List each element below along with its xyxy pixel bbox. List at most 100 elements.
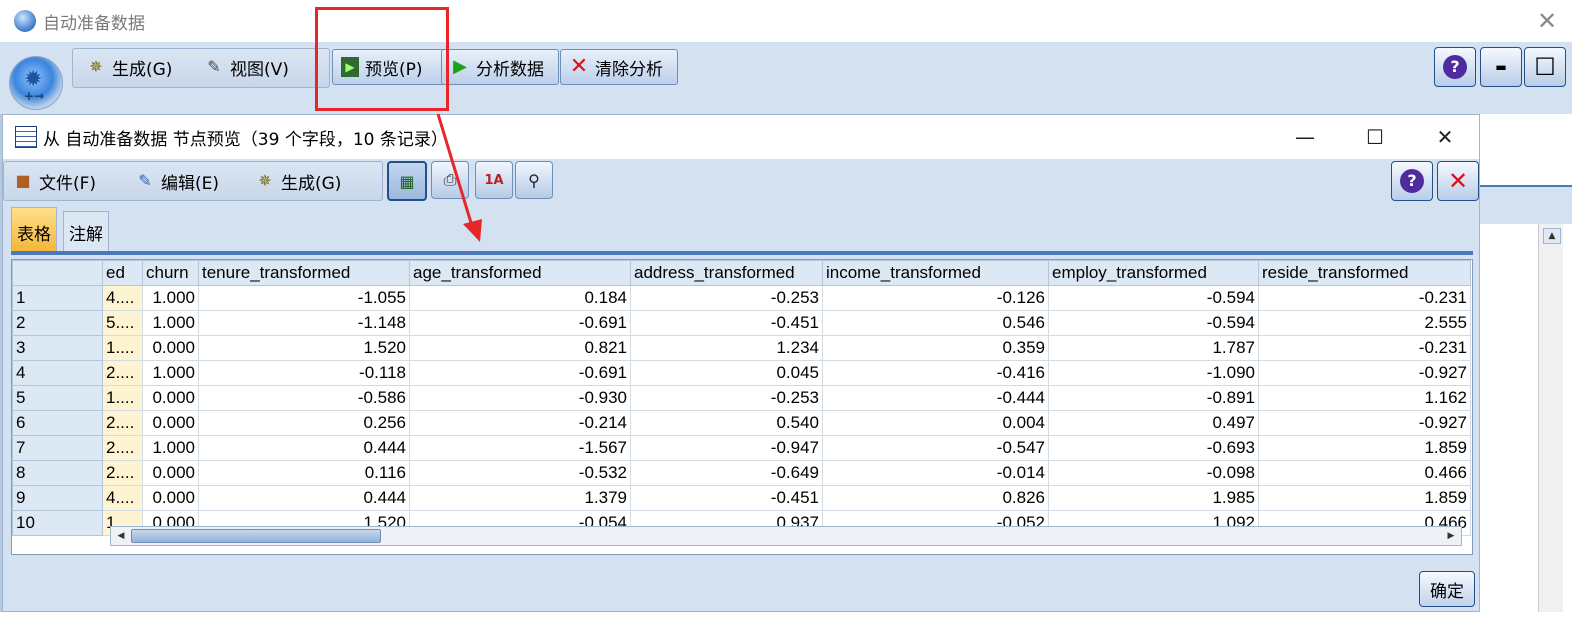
row-number-cell[interactable]: 10	[12, 510, 103, 536]
outer-minimize-button[interactable]: ▬	[1480, 47, 1522, 87]
dialog-maximize-button[interactable]: ☐	[1355, 121, 1395, 153]
table-cell[interactable]: -0.231	[1258, 285, 1471, 311]
table-cell[interactable]: 0.000	[142, 410, 199, 436]
scroll-right-arrow-icon[interactable]: ▶	[1444, 529, 1458, 543]
table-cell[interactable]: 0.444	[198, 435, 410, 461]
generate-menu[interactable]: ✵ 生成(G)	[78, 50, 180, 84]
table-cell[interactable]: 0.045	[630, 360, 823, 386]
table-cell[interactable]: 4....	[102, 485, 143, 511]
outer-close-button[interactable]: ✕	[1532, 6, 1562, 36]
column-header[interactable]: ed	[102, 260, 143, 286]
table-cell[interactable]: -0.927	[1258, 410, 1471, 436]
corner-header-cell[interactable]	[12, 260, 103, 286]
row-number-cell[interactable]: 2	[12, 310, 103, 336]
table-cell[interactable]: -0.594	[1048, 310, 1259, 336]
table-cell[interactable]: -0.231	[1258, 335, 1471, 361]
scrollbar-thumb[interactable]	[131, 529, 381, 543]
table-cell[interactable]: 0.359	[822, 335, 1049, 361]
table-cell[interactable]: -0.547	[822, 435, 1049, 461]
table-cell[interactable]: 1.000	[142, 285, 199, 311]
analyze-data-button[interactable]: ▶ 分析数据	[441, 49, 559, 85]
outer-maximize-button[interactable]: ☐	[1524, 47, 1566, 87]
table-cell[interactable]: -1.055	[198, 285, 410, 311]
dialog-minimize-button[interactable]: —	[1285, 121, 1325, 153]
table-row[interactable]: 1 4.... 1.000 -1.055 0.184 -0.253 -0.126 -0.594…	[12, 285, 1471, 311]
table-cell[interactable]: 2....	[102, 435, 143, 461]
column-header[interactable]: age_transformed	[409, 260, 631, 286]
table-cell[interactable]: -0.586	[198, 385, 410, 411]
table-cell[interactable]: 1.000	[142, 360, 199, 386]
table-cell[interactable]: 1.859	[1258, 435, 1471, 461]
row-number-cell[interactable]: 7	[12, 435, 103, 461]
table-cell[interactable]: -0.126	[822, 285, 1049, 311]
table-cell[interactable]: 1....	[102, 385, 143, 411]
table-cell[interactable]: 0.000	[142, 385, 199, 411]
table-cell[interactable]: 1.520	[198, 335, 410, 361]
scroll-up-arrow-icon[interactable]: ▲	[1543, 228, 1561, 244]
table-cell[interactable]: 0.184	[409, 285, 631, 311]
table-cell[interactable]: 0.116	[198, 460, 410, 486]
table-cell[interactable]: -0.416	[822, 360, 1049, 386]
dialog-help-button[interactable]: ?	[1391, 161, 1433, 201]
sort-button[interactable]: 1A	[475, 161, 513, 199]
table-cell[interactable]: -0.451	[630, 310, 823, 336]
row-number-cell[interactable]: 8	[12, 460, 103, 486]
column-header[interactable]: churn	[142, 260, 199, 286]
table-cell[interactable]: 1.162	[1258, 385, 1471, 411]
table-cell[interactable]: 4....	[102, 285, 143, 311]
table-row[interactable]: 9 4.... 0.000 0.444 1.379 -0.451 0.826 1.985 1.8…	[12, 485, 1471, 511]
edit-menu[interactable]: ✎ 编辑(E)	[135, 165, 219, 197]
table-cell[interactable]: 2....	[102, 410, 143, 436]
row-number-cell[interactable]: 5	[12, 385, 103, 411]
file-menu[interactable]: ■ 文件(F)	[13, 165, 96, 197]
table-view-button[interactable]: ▦	[387, 161, 427, 201]
table-cell[interactable]: -0.253	[630, 385, 823, 411]
dialog-close-button[interactable]: ✕	[1425, 121, 1465, 153]
column-header[interactable]: address_transformed	[630, 260, 823, 286]
table-cell[interactable]: 1.787	[1048, 335, 1259, 361]
table-cell[interactable]: -0.691	[409, 310, 631, 336]
row-number-cell[interactable]: 4	[12, 360, 103, 386]
row-number-cell[interactable]: 9	[12, 485, 103, 511]
table-cell[interactable]: -0.649	[630, 460, 823, 486]
column-header[interactable]: reside_transformed	[1258, 260, 1471, 286]
table-cell[interactable]: 1.859	[1258, 485, 1471, 511]
table-cell[interactable]: 0.444	[198, 485, 410, 511]
row-number-cell[interactable]: 1	[12, 285, 103, 311]
tab-table[interactable]: 表格	[11, 207, 57, 251]
print-button[interactable]: ⎙	[431, 161, 469, 199]
clear-analysis-button[interactable]: ✕ 清除分析	[560, 49, 678, 85]
find-button[interactable]: ⚲	[515, 161, 553, 199]
row-number-cell[interactable]: 3	[12, 335, 103, 361]
table-cell[interactable]: 0.000	[142, 335, 199, 361]
table-cell[interactable]: 0.000	[142, 460, 199, 486]
table-cell[interactable]: -1.148	[198, 310, 410, 336]
table-row[interactable]: 7 2.... 1.000 0.444 -1.567 -0.947 -0.547 -0.693…	[12, 435, 1471, 461]
table-cell[interactable]: 5....	[102, 310, 143, 336]
table-cell[interactable]: -0.098	[1048, 460, 1259, 486]
column-header[interactable]: income_transformed	[822, 260, 1049, 286]
table-cell[interactable]: 1.000	[142, 310, 199, 336]
table-cell[interactable]: 1.234	[630, 335, 823, 361]
table-cell[interactable]: 0.000	[142, 485, 199, 511]
table-cell[interactable]: 2....	[102, 460, 143, 486]
horizontal-scrollbar[interactable]: ◀ ▶	[110, 526, 1462, 546]
column-header[interactable]: employ_transformed	[1048, 260, 1259, 286]
tab-annotation[interactable]: 注解	[63, 211, 109, 251]
dialog-generate-menu[interactable]: ✵ 生成(G)	[255, 165, 341, 197]
table-cell[interactable]: -0.691	[409, 360, 631, 386]
table-cell[interactable]: 0.497	[1048, 410, 1259, 436]
column-header[interactable]: tenure_transformed	[198, 260, 410, 286]
outer-help-button[interactable]: ?	[1434, 47, 1476, 87]
table-cell[interactable]: -1.567	[409, 435, 631, 461]
table-row[interactable]: 3 1.... 0.000 1.520 0.821 1.234 0.359 1.787 -0.2…	[12, 335, 1471, 361]
table-cell[interactable]: 0.546	[822, 310, 1049, 336]
table-cell[interactable]: -0.947	[630, 435, 823, 461]
table-cell[interactable]: 0.821	[409, 335, 631, 361]
table-cell[interactable]: 1.000	[142, 435, 199, 461]
table-row[interactable]: 2 5.... 1.000 -1.148 -0.691 -0.451 0.546 -0.594…	[12, 310, 1471, 336]
table-cell[interactable]: -0.891	[1048, 385, 1259, 411]
table-cell[interactable]: -0.214	[409, 410, 631, 436]
table-cell[interactable]: -0.693	[1048, 435, 1259, 461]
table-cell[interactable]: 1.379	[409, 485, 631, 511]
